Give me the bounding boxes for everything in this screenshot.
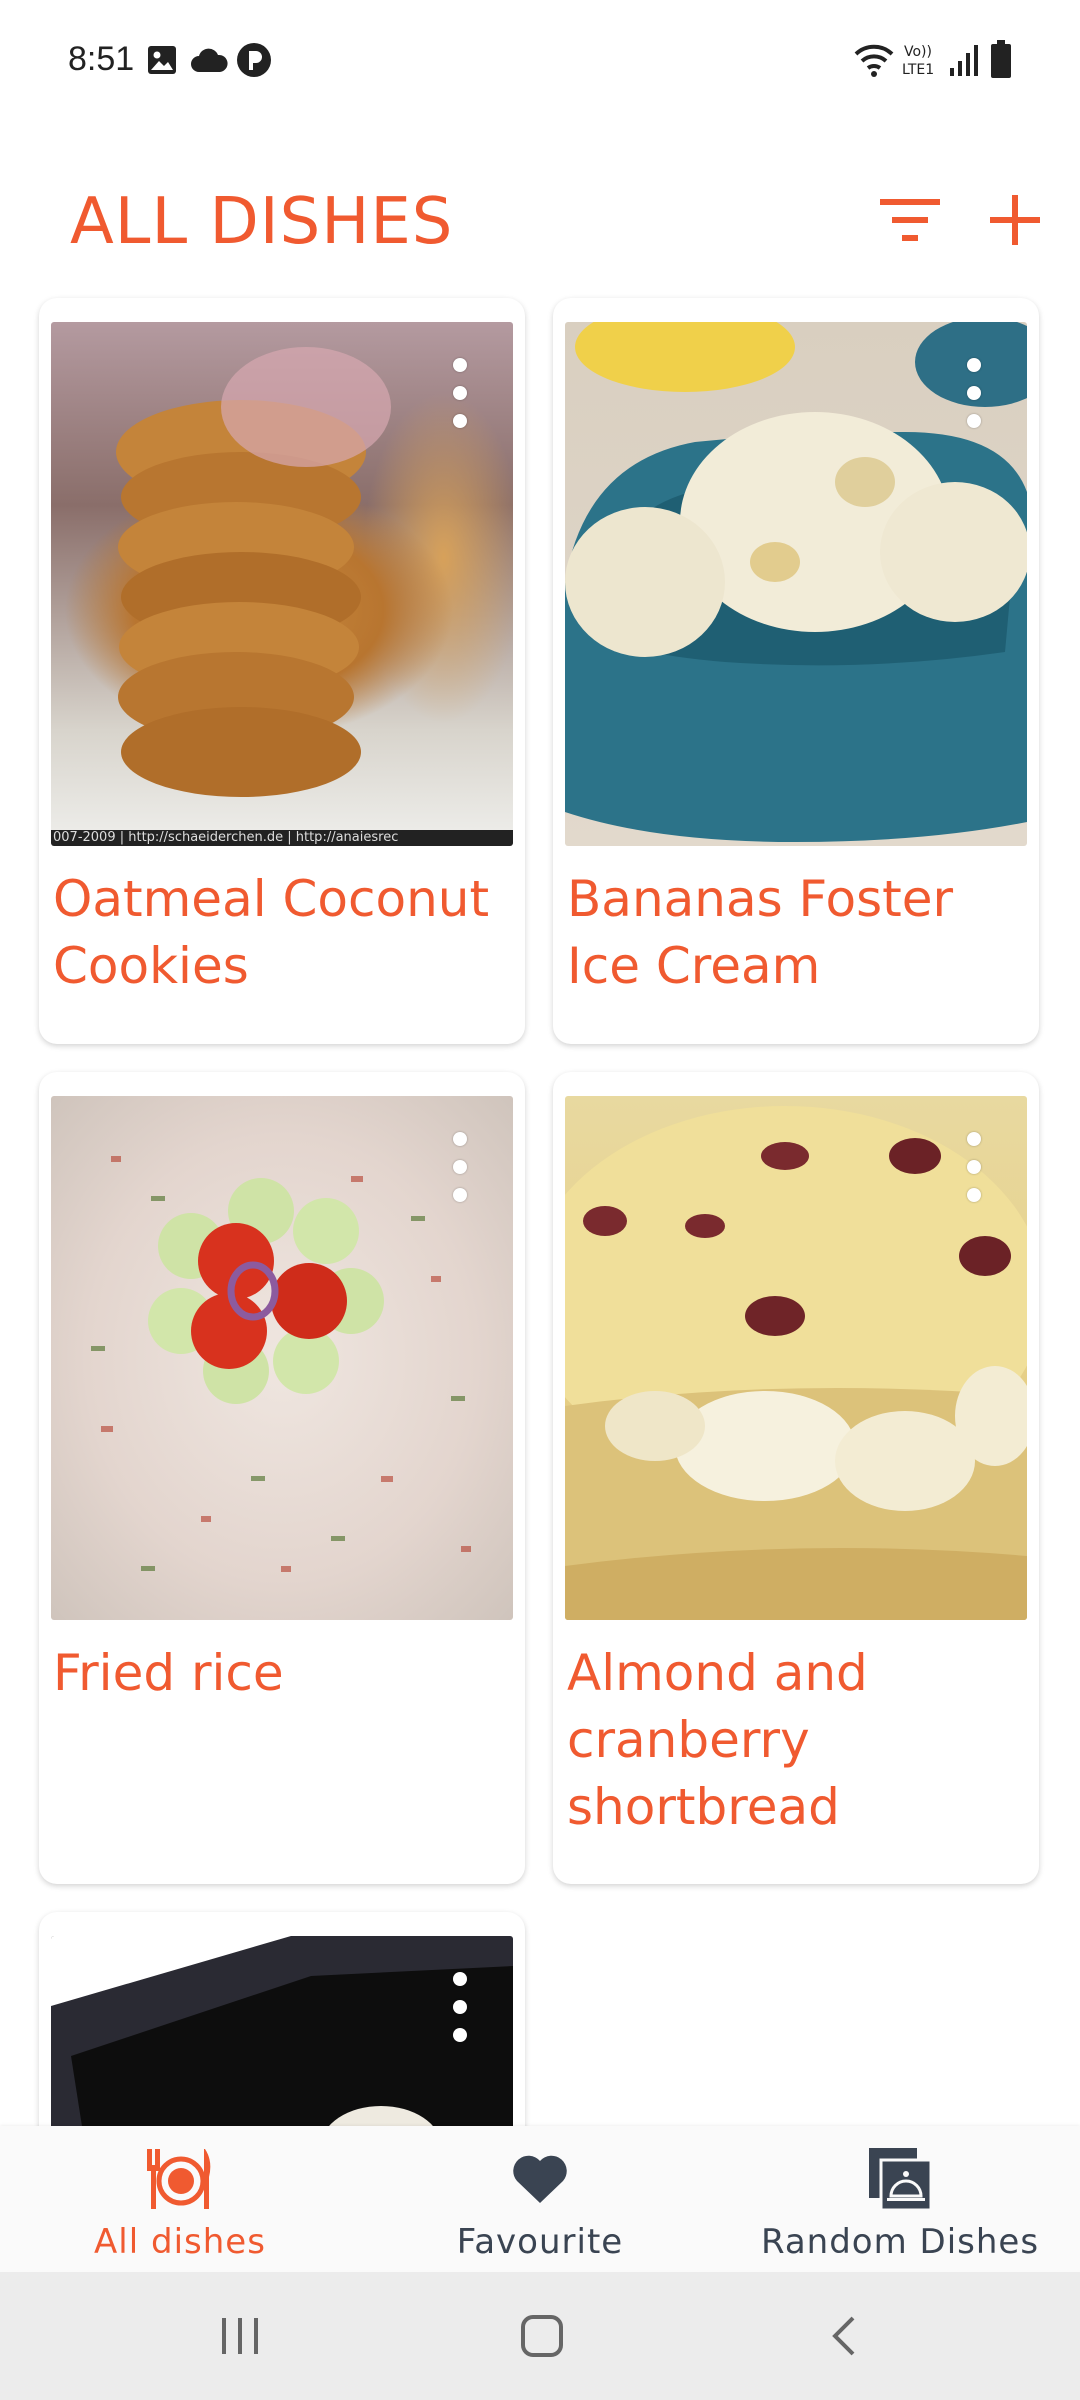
plus-icon	[990, 195, 1040, 245]
dish-image	[565, 1096, 1027, 1620]
nav-random-dishes[interactable]: Random Dishes	[720, 2126, 1080, 2272]
more-options-button[interactable]	[959, 358, 989, 428]
home-icon	[521, 2315, 563, 2357]
nav-all-dishes[interactable]: All dishes	[0, 2126, 360, 2272]
dish-image	[51, 1096, 513, 1620]
back-icon	[832, 2316, 855, 2356]
nav-label: Random Dishes	[760, 2222, 1040, 2262]
svg-text:LTE1: LTE1	[902, 62, 934, 78]
dish-card[interactable]: Fried rice	[39, 1072, 525, 1884]
add-dish-button[interactable]	[975, 180, 1055, 260]
dish-title: Bananas Foster Ice Cream	[567, 870, 954, 995]
dish-title: Fried rice	[53, 1644, 284, 1702]
recent-apps-button[interactable]	[200, 2306, 280, 2366]
dish-title: Almond and cranberry shortbread	[567, 1644, 868, 1836]
back-button[interactable]	[804, 2306, 884, 2366]
wifi-icon	[854, 44, 894, 77]
plate-cutlery-icon	[147, 2149, 211, 2209]
dish-title: Oatmeal Coconut Cookies	[53, 870, 490, 995]
recent-apps-icon	[222, 2318, 258, 2354]
volte-lte-icon: Vo)) LTE1	[902, 44, 934, 78]
app-p-icon	[237, 43, 271, 77]
cloche-icon	[869, 2148, 933, 2212]
system-navigation-bar	[0, 2272, 1080, 2400]
home-button[interactable]	[502, 2306, 582, 2366]
signal-icon	[950, 45, 978, 76]
dish-card[interactable]: 007-2009 | http://schaeiderchen.de | htt…	[39, 298, 525, 1044]
more-options-button[interactable]	[959, 1132, 989, 1202]
cloud-icon	[191, 48, 228, 72]
nav-label: All dishes	[94, 2222, 266, 2262]
battery-icon	[991, 40, 1011, 78]
image-watermark: 007-2009 | http://schaeiderchen.de | htt…	[53, 830, 399, 845]
nav-favourite[interactable]: Favourite	[360, 2126, 720, 2272]
dish-image	[565, 322, 1027, 846]
heart-icon	[513, 2155, 567, 2203]
page-title: ALL DISHES	[70, 185, 454, 259]
nav-label: Favourite	[456, 2222, 624, 2262]
bottom-navigation: All dishes Favourite Random Dishes	[0, 2126, 1080, 2272]
dish-card[interactable]: Bananas Foster Ice Cream	[553, 298, 1039, 1044]
filter-icon	[880, 199, 940, 241]
more-options-button[interactable]	[445, 358, 475, 428]
more-options-button[interactable]	[445, 1132, 475, 1202]
status-time: 8:51	[68, 40, 135, 78]
filter-button[interactable]	[870, 180, 950, 260]
dish-card[interactable]: Almond and cranberry shortbread	[553, 1072, 1039, 1884]
svg-text:Vo)): Vo))	[904, 44, 932, 60]
more-options-button[interactable]	[445, 1972, 475, 2042]
status-bar: 8:51 Vo)) LTE1	[0, 0, 1080, 120]
dish-image: 007-2009 | http://schaeiderchen.de | htt…	[51, 322, 513, 846]
gallery-icon	[148, 46, 176, 74]
